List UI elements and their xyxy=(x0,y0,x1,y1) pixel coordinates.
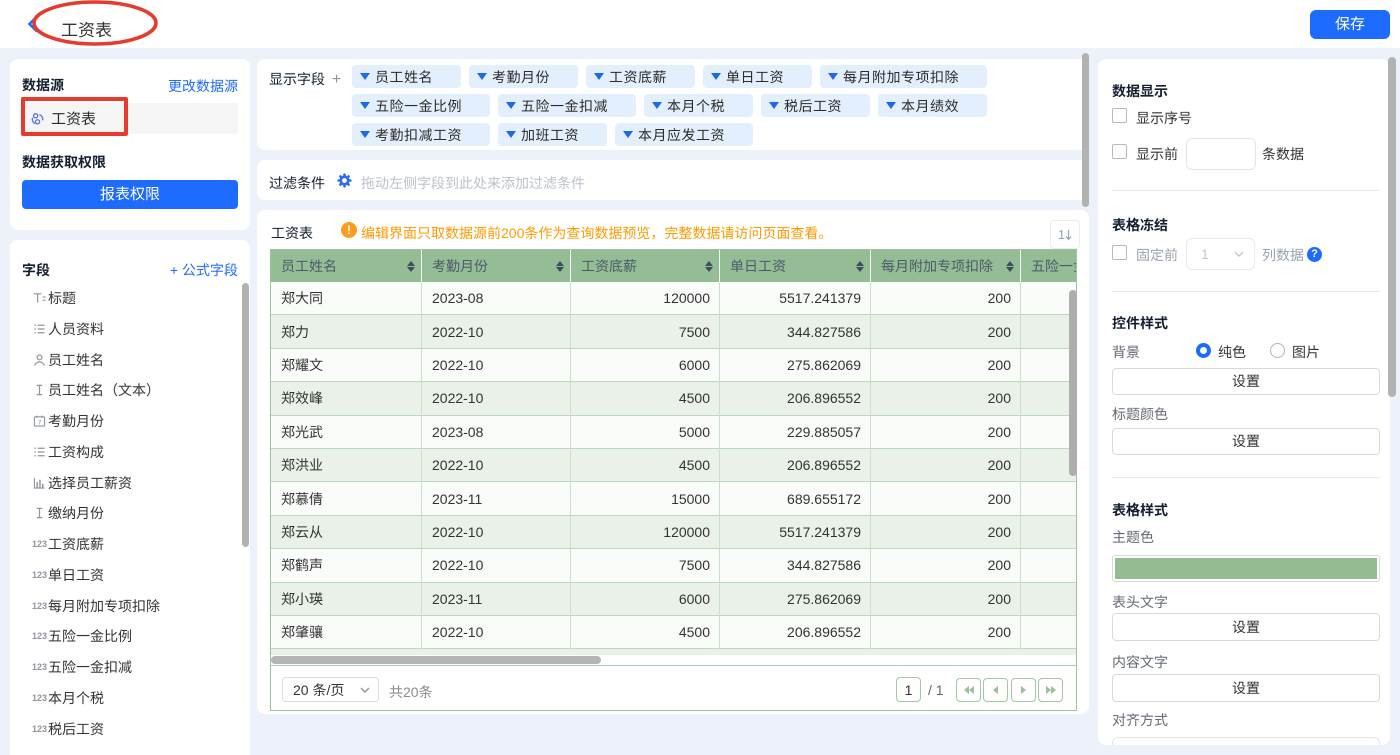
svg-text:7: 7 xyxy=(38,420,42,427)
